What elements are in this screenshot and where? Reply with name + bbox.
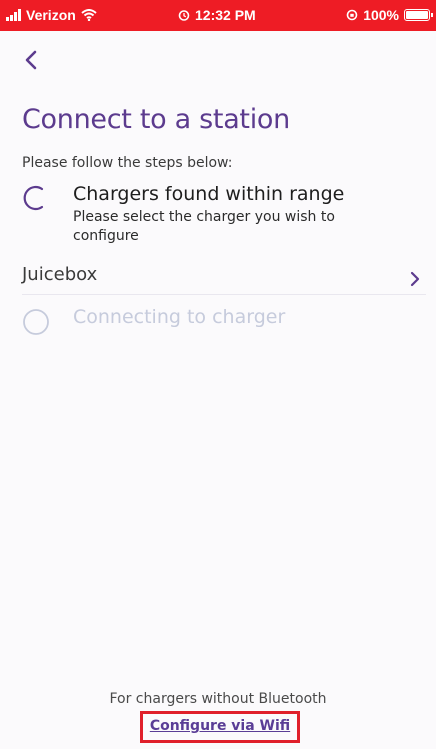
clock-time: 12:32 PM	[195, 7, 256, 23]
circle-icon	[23, 309, 49, 335]
chevron-right-icon	[410, 271, 420, 287]
configure-via-wifi-link[interactable]: Configure via Wifi	[143, 718, 297, 734]
orientation-lock-icon	[346, 9, 358, 21]
battery-percentage: 100%	[363, 7, 399, 23]
configure-wifi-highlight: Configure via Wifi	[140, 711, 300, 743]
status-bar-right: 100%	[346, 7, 433, 23]
back-button[interactable]	[18, 46, 46, 74]
charger-list-item-juicebox[interactable]: Juicebox	[22, 256, 426, 295]
charger-name: Juicebox	[22, 264, 98, 285]
status-bar-center: 12:32 PM	[178, 7, 256, 23]
instructions-text: Please follow the steps below:	[22, 155, 233, 171]
step-chargers-found-description: Please select the charger you wish to co…	[73, 209, 335, 244]
carrier-name: Verizon	[26, 7, 76, 23]
wifi-icon	[81, 9, 97, 21]
battery-icon	[404, 9, 433, 21]
spinner-icon	[23, 185, 44, 211]
chevron-left-icon	[25, 50, 37, 70]
alarm-icon	[178, 10, 190, 21]
status-bar-left: Verizon	[6, 7, 97, 23]
status-bar: Verizon 12:32 PM 100%	[0, 0, 436, 31]
step-connecting-title: Connecting to charger	[73, 306, 286, 328]
page-title: Connect to a station	[22, 104, 290, 135]
signal-icon	[6, 9, 22, 21]
step-chargers-found-title: Chargers found within range	[73, 183, 345, 205]
footer-note: For chargers without Bluetooth	[109, 691, 327, 707]
